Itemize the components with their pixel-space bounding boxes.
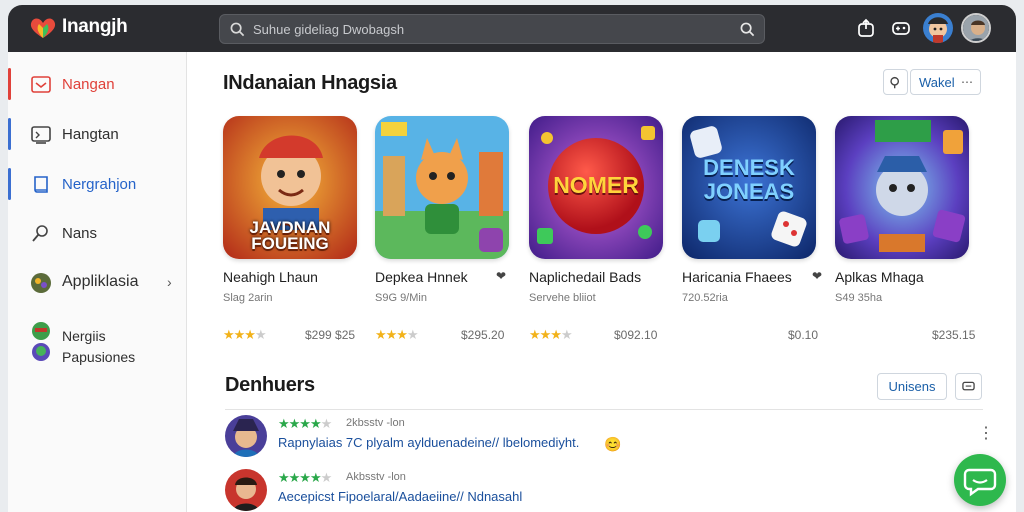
app-card[interactable]: NOMER Naplichedail Bads Servehe bliiot ★… xyxy=(529,116,663,342)
app-tile[interactable] xyxy=(375,116,509,259)
app-card[interactable]: Depkea Hnnek ❤ S9G 9/Min ★★★★ $295.20 xyxy=(375,116,509,342)
sidebar-item-label: Papusiones xyxy=(62,349,136,365)
app-price: $235.15 xyxy=(932,328,976,342)
sidebar-item-hangtan[interactable]: Hangtan xyxy=(8,114,187,154)
app-subtitle: 720.52ria xyxy=(682,292,728,304)
app-window: Inangjh Suhue gideliag Dwobagsh Nangan H… xyxy=(8,5,1016,512)
featured-title: INdanaian Hnagsia xyxy=(223,72,397,94)
search-person-icon xyxy=(32,225,48,242)
app-subtitle: Servehe bliiot xyxy=(529,292,596,304)
app-tile[interactable]: JAVDNAN FOUEING xyxy=(223,116,357,259)
search-placeholder: Suhue gideliag Dwobagsh xyxy=(253,22,405,37)
reviewer-avatar[interactable] xyxy=(225,469,267,511)
review-meta: Akbsstv -lon xyxy=(346,471,406,483)
reviewer-avatar[interactable] xyxy=(225,415,267,457)
reviews-action-label: Unisens xyxy=(888,379,936,394)
section-indicator xyxy=(8,168,11,200)
section-divider xyxy=(225,409,983,410)
filter-label: Wakel xyxy=(919,74,955,90)
sidebar-item-nangan[interactable]: Nangan xyxy=(8,64,187,104)
reviews-title: Denhuers xyxy=(225,374,315,396)
app-card[interactable]: DENESK JONEAS Haricania Fhaees ❤ 720.52r… xyxy=(682,116,822,342)
review-item[interactable]: ★★★★★ 2kbsstv -lon Rapnylaias 7C plyalm … xyxy=(225,415,994,461)
app-price: $092.10 xyxy=(614,328,658,342)
message-button[interactable] xyxy=(955,373,982,400)
search-submit-icon[interactable] xyxy=(740,22,755,37)
wishlist-icon[interactable]: ❤ xyxy=(812,269,822,283)
sidebar-item-nergiis[interactable]: Nergiis Papusiones xyxy=(8,320,187,368)
sidebar-item-label: Appliklasia xyxy=(62,273,139,290)
filter-dropdown[interactable]: Wakel ⋯ xyxy=(910,69,981,95)
sidebar: Nangan Hangtan Nergrahjon Nans Appliklas… xyxy=(8,52,187,512)
chat-bubble-icon xyxy=(963,468,997,497)
search-bar[interactable]: Suhue gideliag Dwobagsh xyxy=(219,14,765,44)
app-price: $295.20 xyxy=(461,328,505,342)
sidebar-item-label: Hangtan xyxy=(62,125,119,143)
review-text[interactable]: Aecepicst Fipoelaral/Aadaeiine// Ndnasah… xyxy=(278,489,522,504)
rating-stars: ★★★★ xyxy=(375,327,419,342)
emoji-icon: 😊 xyxy=(604,436,622,452)
section-indicator xyxy=(8,118,11,150)
app-name: Neahigh Lhaun xyxy=(223,269,318,285)
sidebar-item-nans[interactable]: Nans xyxy=(8,213,187,253)
app-name: Aplkas Mhaga xyxy=(835,269,924,285)
sidebar-item-label: Nergiis xyxy=(62,328,106,344)
review-rating-stars: ★★★★★ xyxy=(278,416,332,431)
rating-stars: ★★★★ xyxy=(223,327,267,342)
game-characters-icon xyxy=(32,322,50,361)
app-subtitle: S9G 9/Min xyxy=(375,292,427,304)
monitor-icon xyxy=(31,126,51,144)
sidebar-item-label: Nergrahjon xyxy=(62,175,137,193)
share-icon[interactable] xyxy=(856,18,876,38)
review-text[interactable]: Rapnylaias 7C plyalm aylduenadeine// lbe… xyxy=(278,435,579,450)
mail-icon xyxy=(31,76,51,93)
search-icon xyxy=(890,76,900,88)
chat-icon xyxy=(962,381,975,390)
sidebar-item-label: Nans xyxy=(62,224,98,242)
wishlist-icon[interactable]: ❤ xyxy=(496,269,506,283)
app-subtitle: Slag 2arin xyxy=(223,292,273,304)
app-name: Naplichedail Bads xyxy=(529,269,642,285)
chat-fab-button[interactable] xyxy=(954,454,1006,506)
review-item[interactable]: ★★★★★ Akbsstv -lon Aecepicst Fipoelaral/… xyxy=(225,469,985,512)
review-rating-stars: ★★★★★ xyxy=(278,470,332,485)
app-price: $0.10 xyxy=(788,328,819,342)
more-icon: ⋯ xyxy=(961,75,973,89)
user-avatar[interactable] xyxy=(961,13,991,43)
brand-name: Inangjh xyxy=(62,16,128,37)
review-meta: 2kbsstv -lon xyxy=(346,417,405,429)
more-options-icon[interactable]: ⋮ xyxy=(978,426,994,442)
sidebar-item-appliklasia[interactable]: Appliklasia › xyxy=(8,262,187,302)
app-tile-title: JAVDNAN FOUEING xyxy=(249,218,331,253)
active-indicator xyxy=(8,68,11,100)
rating-stars: ★★★★ xyxy=(529,327,573,342)
sidebar-item-nergrahjon[interactable]: Nergrahjon xyxy=(8,164,187,204)
app-tile[interactable] xyxy=(835,116,969,259)
app-tile-title: DENESK JONEAS xyxy=(703,155,795,204)
app-logo-icon[interactable] xyxy=(28,16,58,40)
search-icon xyxy=(230,22,245,37)
app-name: Haricania Fhaees xyxy=(682,269,792,285)
app-tile[interactable]: NOMER xyxy=(529,116,663,259)
app-price: $299 $25 xyxy=(305,328,356,342)
app-card[interactable]: Aplkas Mhaga S49 35ha $235.15 xyxy=(835,116,975,342)
reviews-action-button[interactable]: Unisens xyxy=(877,373,947,400)
gamepad-icon[interactable] xyxy=(891,18,911,38)
app-tile-art xyxy=(835,116,969,259)
search-apps-button[interactable] xyxy=(883,69,908,95)
top-bar: Inangjh Suhue gideliag Dwobagsh xyxy=(8,5,1016,52)
sidebar-item-label: Nangan xyxy=(62,75,115,93)
avatar-character[interactable] xyxy=(923,13,953,43)
app-card[interactable]: JAVDNAN FOUEING Neahigh Lhaun Slag 2arin… xyxy=(223,116,357,342)
book-icon xyxy=(34,176,48,193)
app-tile-art xyxy=(375,116,509,259)
app-name: Depkea Hnnek xyxy=(375,269,468,285)
app-game-icon xyxy=(31,273,51,293)
app-subtitle: S49 35ha xyxy=(835,292,883,304)
app-tile[interactable]: DENESK JONEAS xyxy=(682,116,816,259)
chevron-right-icon[interactable]: › xyxy=(167,274,172,290)
app-tile-title: NOMER xyxy=(553,172,639,198)
